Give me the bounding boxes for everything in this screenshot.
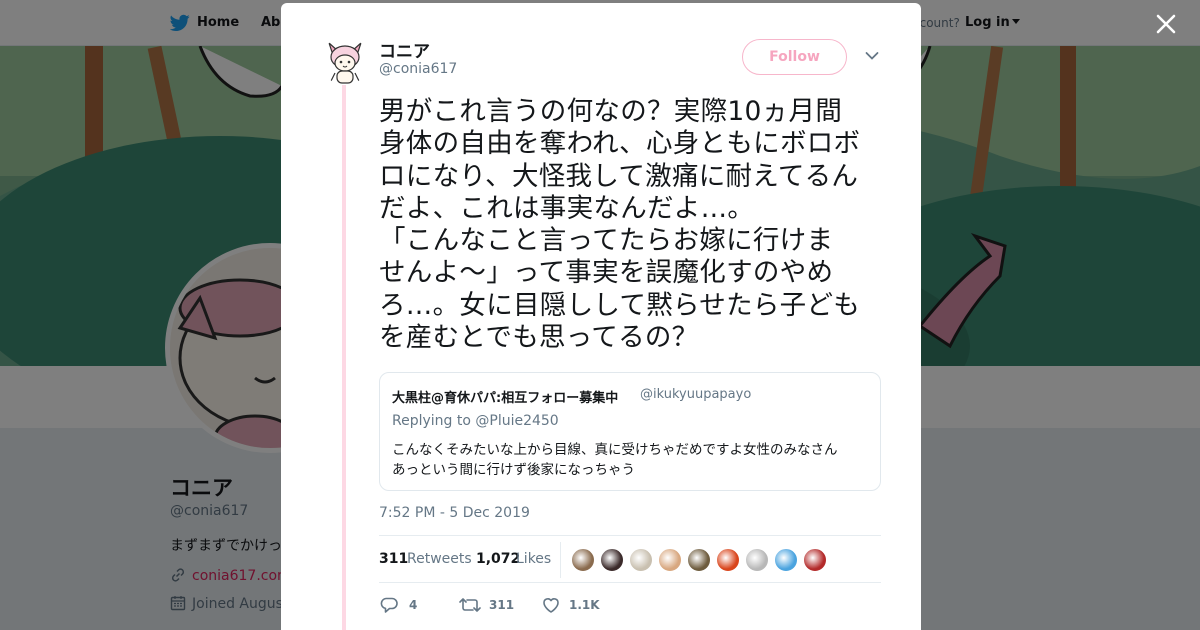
- quoted-tweet-card[interactable]: 大黒柱@育休パパ:相互フォロー募集中 @ikukyuupapayo Replyi…: [379, 372, 881, 491]
- quoted-tweet-text: こんなくそみたいな上から目線、真に受けちゃだめですよ女性のみなさん あっという間…: [392, 440, 870, 480]
- tweet-text-line: だよ、これは事実なんだよ…。: [379, 192, 755, 224]
- tweet-author-name[interactable]: コニア: [379, 37, 430, 62]
- tweet-stats: 311 Retweets 1,072 Likes: [379, 535, 881, 583]
- reply-icon: [380, 597, 398, 613]
- tweet-actions: 4 311 1.1K: [379, 593, 881, 623]
- liker-avatar[interactable]: [629, 548, 653, 572]
- liker-avatar[interactable]: [745, 548, 769, 572]
- quoted-author-handle: @ikukyuupapayo: [640, 387, 752, 402]
- retweet-button[interactable]: 311: [459, 593, 519, 617]
- liker-avatar[interactable]: [716, 548, 740, 572]
- tweet-text-line: 「こんなこと言ってたらお嫁に行けま: [379, 225, 834, 257]
- fox-character-avatar-small: [321, 37, 369, 85]
- tweet-text-line: 男がこれ言うの何なの？実際10ヵ月間: [379, 96, 843, 127]
- quoted-replying-to: Replying to @Pluie2450: [392, 413, 559, 429]
- retweet-icon: [459, 598, 481, 612]
- stats-divider: [560, 542, 561, 578]
- tweet-text: 男がこれ言うの何なの？実際10ヵ月間 身体の自由を奪われ、心身ともにボロボ ロに…: [379, 96, 885, 354]
- tweet-text-line: せんよ～」って事実を誤魔化すのやめ: [379, 257, 834, 289]
- retweet-count: 311: [489, 598, 515, 612]
- liker-avatar[interactable]: [687, 548, 711, 572]
- quoted-text-line: あっという間に行けず後家になっちゃう: [392, 462, 635, 478]
- liker-avatar[interactable]: [571, 548, 595, 572]
- like-count: 1.1K: [569, 598, 600, 612]
- liker-avatar[interactable]: [658, 548, 682, 572]
- reply-button[interactable]: 4: [379, 593, 429, 617]
- tweet-author-avatar[interactable]: [321, 37, 369, 85]
- chevron-down-icon[interactable]: [865, 51, 879, 61]
- thread-connector-line: [342, 85, 346, 630]
- liker-avatar[interactable]: [803, 548, 827, 572]
- liker-avatar[interactable]: [600, 548, 624, 572]
- retweets-count[interactable]: 311: [379, 551, 408, 567]
- tweet-text-line: ろ…。女に目隠しして黙らせたら子ども: [379, 289, 861, 321]
- quoted-text-line: こんなくそみたいな上から目線、真に受けちゃだめですよ女性のみなさん: [392, 442, 838, 458]
- tweet-permalink-modal: コニア @conia617 Follow 男がこれ言うの何なの？実際10ヵ月間 …: [281, 3, 921, 630]
- tweet-timestamp[interactable]: 7:52 PM - 5 Dec 2019: [379, 505, 530, 521]
- like-button[interactable]: 1.1K: [541, 593, 611, 617]
- tweet-text-line: 身体の自由を奪われ、心身ともにボロボ: [379, 128, 861, 160]
- tweet-author-handle[interactable]: @conia617: [379, 61, 457, 77]
- reply-count: 4: [409, 598, 418, 612]
- heart-icon: [543, 598, 559, 613]
- close-icon[interactable]: [1155, 13, 1177, 35]
- tweet-text-line: を産むとでも思ってるの？: [379, 322, 699, 354]
- retweets-label[interactable]: Retweets: [407, 551, 472, 567]
- quoted-author-name: 大黒柱@育休パパ:相互フォロー募集中: [392, 391, 619, 406]
- likes-count[interactable]: 1,072: [476, 551, 520, 567]
- likes-label[interactable]: Likes: [516, 551, 551, 567]
- follow-button[interactable]: Follow: [742, 39, 847, 75]
- liker-avatar[interactable]: [774, 548, 798, 572]
- tweet-text-line: ロになり、大怪我して激痛に耐えてるん: [379, 160, 859, 192]
